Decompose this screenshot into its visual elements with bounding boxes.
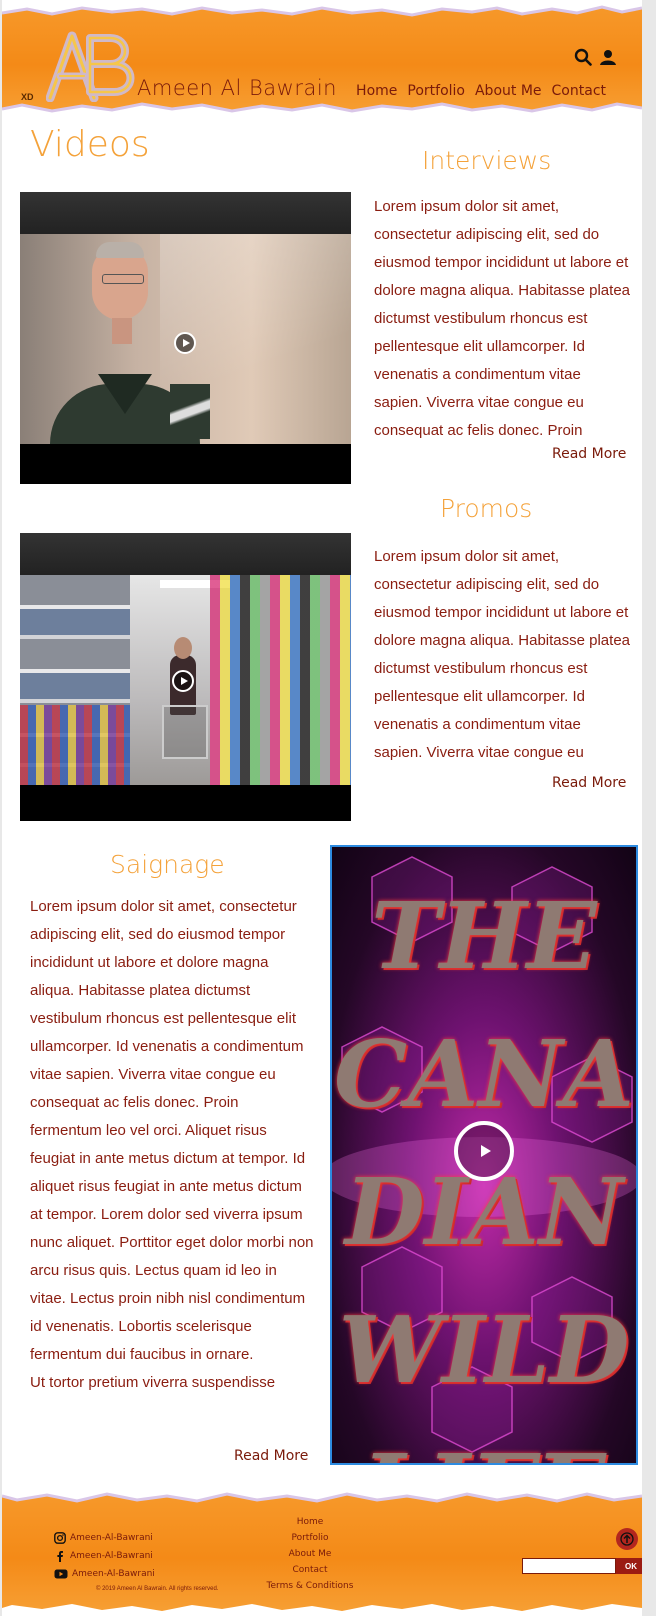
saignage-video[interactable]: THE CANADIAN WILD LIFE [330, 845, 638, 1465]
youtube-icon [54, 1569, 68, 1579]
social-youtube[interactable]: Ameen-Al-Bawrani [54, 1565, 155, 1583]
header: XD Ameen Al Bawrain Home Portfolio About… [2, 0, 642, 118]
xd-label: XD [21, 92, 34, 102]
torn-edge-bottom [2, 102, 642, 118]
arrow-up-icon [620, 1532, 634, 1546]
interview-video[interactable] [20, 192, 351, 484]
play-icon[interactable] [174, 332, 196, 354]
torn-edge-top [2, 1488, 642, 1503]
nav-portfolio[interactable]: Portfolio [407, 83, 465, 99]
main-nav: Home Portfolio About Me Contact [356, 83, 606, 99]
play-icon[interactable] [172, 670, 194, 692]
footer-search: OK [522, 1558, 642, 1574]
youtube-handle: Ameen-Al-Bawrani [72, 1569, 155, 1579]
footer-search-input[interactable] [522, 1558, 616, 1574]
social-facebook[interactable]: Ameen-Al-Bawrani [54, 1547, 155, 1565]
interviews-text: Lorem ipsum dolor sit amet, consectetur … [374, 198, 630, 439]
copyright: © 2019 Ameen Al Bawrain. All rights rese… [96, 1586, 219, 1592]
page-title: Videos [30, 124, 150, 165]
header-icons [574, 48, 616, 66]
footer-nav-contact[interactable]: Contact [252, 1562, 368, 1578]
interviews-title: Interviews [422, 146, 552, 175]
promos-read-more-link[interactable]: Read More [552, 775, 626, 791]
facebook-handle: Ameen-Al-Bawrani [70, 1551, 153, 1561]
saignage-text: Lorem ipsum dolor sit amet, consectetur … [30, 898, 314, 1391]
scroll-to-top-button[interactable] [616, 1528, 638, 1550]
brand-name[interactable]: Ameen Al Bawrain [137, 76, 337, 100]
nav-contact[interactable]: Contact [552, 83, 606, 99]
footer-nav: Home Portfolio About Me Contact Terms & … [252, 1514, 368, 1594]
footer-search-button[interactable]: OK [616, 1558, 642, 1574]
play-icon[interactable] [454, 1121, 514, 1181]
promo-video[interactable] [20, 533, 351, 821]
logo-icon[interactable] [46, 30, 136, 102]
footer-nav-about-me[interactable]: About Me [252, 1546, 368, 1562]
promos-text: Lorem ipsum dolor sit amet, consectetur … [374, 548, 630, 761]
page: XD Ameen Al Bawrain Home Portfolio About… [2, 0, 642, 1616]
saignage-title: Saignage [110, 850, 225, 879]
facebook-icon [57, 1551, 63, 1562]
saignage-read-more-link[interactable]: Read More [234, 1448, 308, 1464]
social-instagram[interactable]: Ameen-Al-Bawrani [54, 1529, 155, 1547]
footer-social-links: Ameen-Al-Bawrani Ameen-Al-Bawrani Ameen-… [54, 1529, 155, 1583]
promos-title: Promos [440, 494, 533, 523]
torn-edge-top [2, 0, 642, 17]
search-icon[interactable] [574, 48, 592, 66]
instagram-handle: Ameen-Al-Bawrani [70, 1533, 153, 1543]
footer-nav-home[interactable]: Home [252, 1514, 368, 1530]
nav-about-me[interactable]: About Me [475, 83, 542, 99]
footer-nav-portfolio[interactable]: Portfolio [252, 1530, 368, 1546]
footer-nav-terms[interactable]: Terms & Conditions [252, 1578, 368, 1594]
interviews-read-more-link[interactable]: Read More [552, 446, 626, 462]
torn-edge-bottom [2, 1604, 642, 1616]
user-icon[interactable] [600, 49, 616, 65]
instagram-icon [54, 1532, 66, 1544]
nav-home[interactable]: Home [356, 83, 397, 99]
